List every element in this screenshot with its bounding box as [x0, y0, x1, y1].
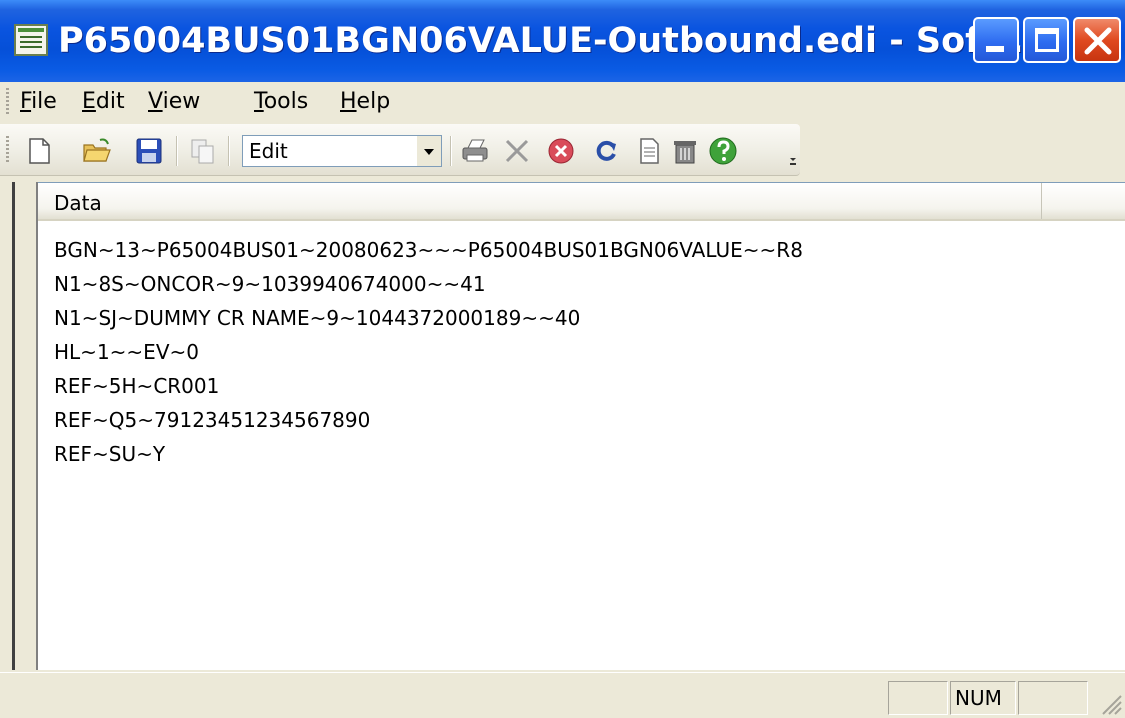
menu-tools-rest: ools	[263, 89, 309, 114]
copy-icon[interactable]	[188, 136, 218, 166]
menu-bar: File Edit View Tools Help	[0, 82, 1125, 122]
open-folder-icon[interactable]	[82, 136, 112, 166]
column-header-data[interactable]: Data	[38, 183, 1042, 219]
menu-view-rest: iew	[162, 89, 201, 114]
close-button[interactable]	[1073, 17, 1121, 63]
menu-file-rest: ile	[31, 89, 57, 114]
minimize-icon	[986, 46, 1004, 52]
print-icon[interactable]	[460, 136, 490, 166]
list-item[interactable]: REF~SU~Y	[54, 439, 803, 473]
new-document-icon[interactable]	[24, 136, 54, 166]
status-panel-empty	[1018, 681, 1088, 715]
save-disk-icon[interactable]	[134, 136, 164, 166]
list-item[interactable]: BGN~13~P65004BUS01~20080623~~~P65004BUS0…	[54, 235, 803, 269]
list-item[interactable]: N1~8S~ONCOR~9~1039940674000~~41	[54, 269, 803, 303]
column-header-empty[interactable]	[1043, 183, 1125, 219]
app-icon[interactable]	[14, 24, 48, 56]
toolbar-separator	[450, 136, 452, 166]
menu-view-accel: V	[148, 89, 163, 114]
toolbar-grip[interactable]	[6, 136, 9, 164]
document-icon[interactable]	[634, 136, 664, 166]
menu-tools-accel: T	[254, 89, 264, 114]
resize-grip-icon[interactable]	[1097, 690, 1123, 716]
menu-help-accel: H	[340, 89, 357, 114]
refresh-icon[interactable]	[592, 136, 622, 166]
list-item[interactable]: N1~SJ~DUMMY CR NAME~9~1044372000189~~40	[54, 303, 803, 337]
menubar-grip[interactable]	[6, 88, 9, 116]
num-lock-indicator: NUM	[950, 681, 1016, 715]
minimize-button[interactable]	[973, 17, 1019, 63]
column-header-label: Data	[54, 191, 102, 215]
title-bar[interactable]: P65004BUS01BGN06VALUE-Outbound.edi - Sof…	[0, 0, 1125, 82]
mode-dropdown[interactable]: Edit	[242, 135, 442, 167]
menu-file[interactable]: File	[20, 86, 57, 118]
close-icon	[1084, 27, 1112, 55]
toolbar-separator	[176, 136, 178, 166]
list-rows: BGN~13~P65004BUS01~20080623~~~P65004BUS0…	[54, 235, 803, 473]
list-header: Data	[38, 183, 1125, 221]
toolbar-overflow-icon[interactable]	[788, 154, 798, 166]
menu-help[interactable]: Help	[340, 86, 390, 118]
menu-view[interactable]: View	[148, 86, 200, 118]
status-bar: NUM	[0, 672, 1125, 718]
menu-edit-rest: dit	[95, 89, 125, 114]
menu-file-accel: F	[20, 89, 32, 114]
mode-dropdown-value: Edit	[249, 139, 288, 163]
stop-icon[interactable]	[546, 136, 576, 166]
maximize-button[interactable]	[1023, 17, 1069, 63]
menu-edit[interactable]: Edit	[82, 86, 125, 118]
data-list[interactable]: Data BGN~13~P65004BUS01~20080623~~~P6500…	[38, 182, 1125, 670]
toolbar-separator	[228, 136, 230, 166]
toolbar: Edit	[0, 124, 1125, 176]
chevron-down-icon[interactable]	[417, 136, 441, 166]
help-icon[interactable]	[708, 136, 738, 166]
menu-tools[interactable]: Tools	[254, 86, 308, 118]
list-item[interactable]: REF~Q5~79123451234567890	[54, 405, 803, 439]
window-title: P65004BUS01BGN06VALUE-Outbound.edi - Sof…	[58, 21, 1038, 61]
menu-edit-accel: E	[82, 89, 96, 114]
trash-icon[interactable]	[670, 136, 700, 166]
list-item[interactable]: HL~1~~EV~0	[54, 337, 803, 371]
splitter-handle[interactable]	[12, 182, 38, 670]
delete-x-icon[interactable]	[502, 136, 532, 166]
list-item[interactable]: REF~5H~CR001	[54, 371, 803, 405]
maximize-icon	[1035, 28, 1059, 52]
list-frame: Data BGN~13~P65004BUS01~20080623~~~P6500…	[0, 178, 1125, 672]
menu-help-rest: elp	[356, 89, 391, 114]
status-panel-empty	[888, 681, 948, 715]
